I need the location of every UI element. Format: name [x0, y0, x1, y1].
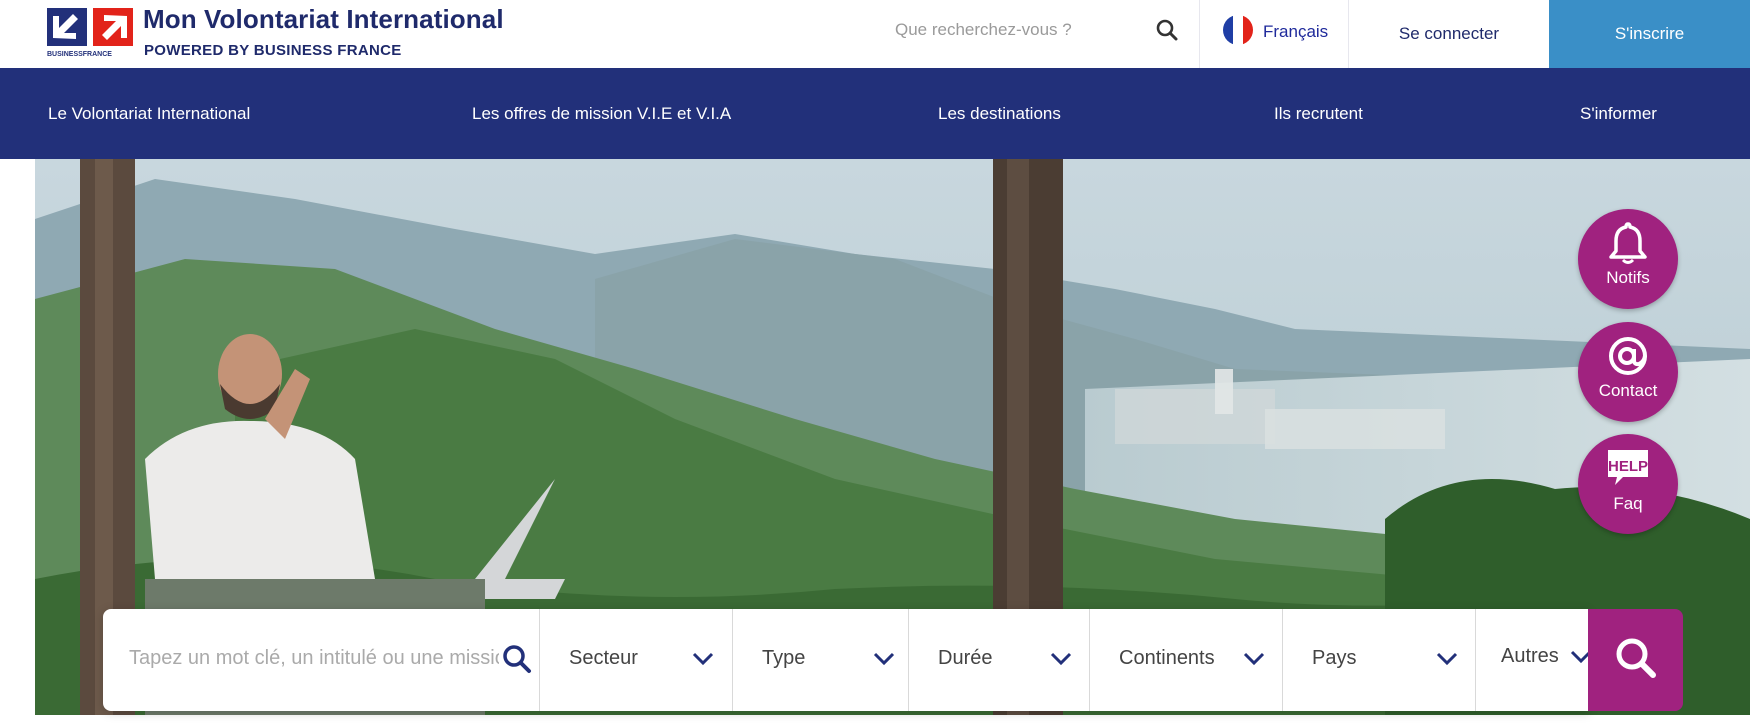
chevron-down-icon — [1049, 649, 1073, 669]
bell-icon — [1578, 221, 1678, 265]
notifications-button[interactable]: Notifs — [1578, 209, 1678, 309]
business-france-logo[interactable]: BUSINESSFRANCE — [47, 8, 133, 58]
svg-text:BUSINESSFRANCE: BUSINESSFRANCE — [47, 51, 112, 58]
filter-label: Secteur — [569, 647, 638, 669]
help-bubble-icon: HELP — [1578, 446, 1678, 490]
french-flag-icon — [1223, 15, 1253, 45]
chevron-down-icon — [872, 649, 896, 669]
chevron-down-icon — [1242, 649, 1266, 669]
nav-item-offres[interactable]: Les offres de mission V.I.E et V.I.A — [472, 104, 731, 124]
filter-continents[interactable]: Continents — [1089, 609, 1282, 711]
faq-button[interactable]: HELP Faq — [1578, 434, 1678, 534]
language-label: Français — [1263, 22, 1329, 41]
filter-label: Type — [762, 647, 806, 669]
filter-pays[interactable]: Pays — [1282, 609, 1475, 711]
keyword-input[interactable]: Tapez un mot clé, un intitulé ou une mis… — [129, 647, 499, 670]
filter-type[interactable]: Type — [732, 609, 908, 711]
filter-label: Autres — [1501, 645, 1559, 667]
nav-item-destinations[interactable]: Les destinations — [938, 104, 1061, 124]
nav-item-recrutent[interactable]: Ils recrutent — [1274, 104, 1363, 124]
language-selector[interactable]: Français — [1200, 0, 1348, 68]
login-button[interactable]: Se connecter — [1349, 0, 1549, 68]
search-icon[interactable] — [502, 644, 532, 674]
filter-autres[interactable]: Autres — [1475, 609, 1592, 711]
brand-title[interactable]: Mon Volontariat International — [143, 4, 504, 35]
contact-button[interactable]: Contact — [1578, 322, 1678, 422]
search-icon — [1614, 636, 1658, 685]
filter-secteur[interactable]: Secteur — [539, 609, 732, 711]
mission-search-bar: Tapez un mot clé, un intitulé ou une mis… — [103, 609, 1592, 711]
filter-label: Durée — [938, 647, 993, 669]
header-search-placeholder[interactable]: Que recherchez-vous ? — [895, 20, 1072, 40]
search-submit-button[interactable] — [1588, 609, 1683, 711]
search-icon[interactable] — [1155, 18, 1179, 42]
signup-button[interactable]: S'inscrire — [1549, 0, 1750, 68]
top-header: BUSINESSFRANCE Mon Volontariat Internati… — [0, 0, 1750, 68]
filter-duree[interactable]: Durée — [908, 609, 1089, 711]
contact-label: Contact — [1598, 381, 1658, 400]
faq-label: Faq — [1613, 494, 1643, 513]
nav-item-informer[interactable]: S'informer — [1580, 104, 1657, 124]
main-navigation: Le Volontariat International Les offres … — [0, 68, 1750, 159]
brand-subtitle: POWERED BY BUSINESS FRANCE — [144, 42, 402, 59]
header-search[interactable]: Que recherchez-vous ? — [880, 10, 1180, 50]
nav-item-volontariat[interactable]: Le Volontariat International — [48, 104, 250, 124]
svg-text:HELP: HELP — [1608, 458, 1648, 475]
notifications-label: Notifs — [1606, 268, 1650, 287]
filter-label: Pays — [1312, 647, 1357, 669]
chevron-down-icon — [1435, 649, 1459, 669]
filter-label: Continents — [1119, 647, 1215, 669]
at-sign-icon — [1578, 334, 1678, 378]
page-bottom-edge — [0, 715, 1750, 724]
chevron-down-icon — [691, 649, 715, 669]
